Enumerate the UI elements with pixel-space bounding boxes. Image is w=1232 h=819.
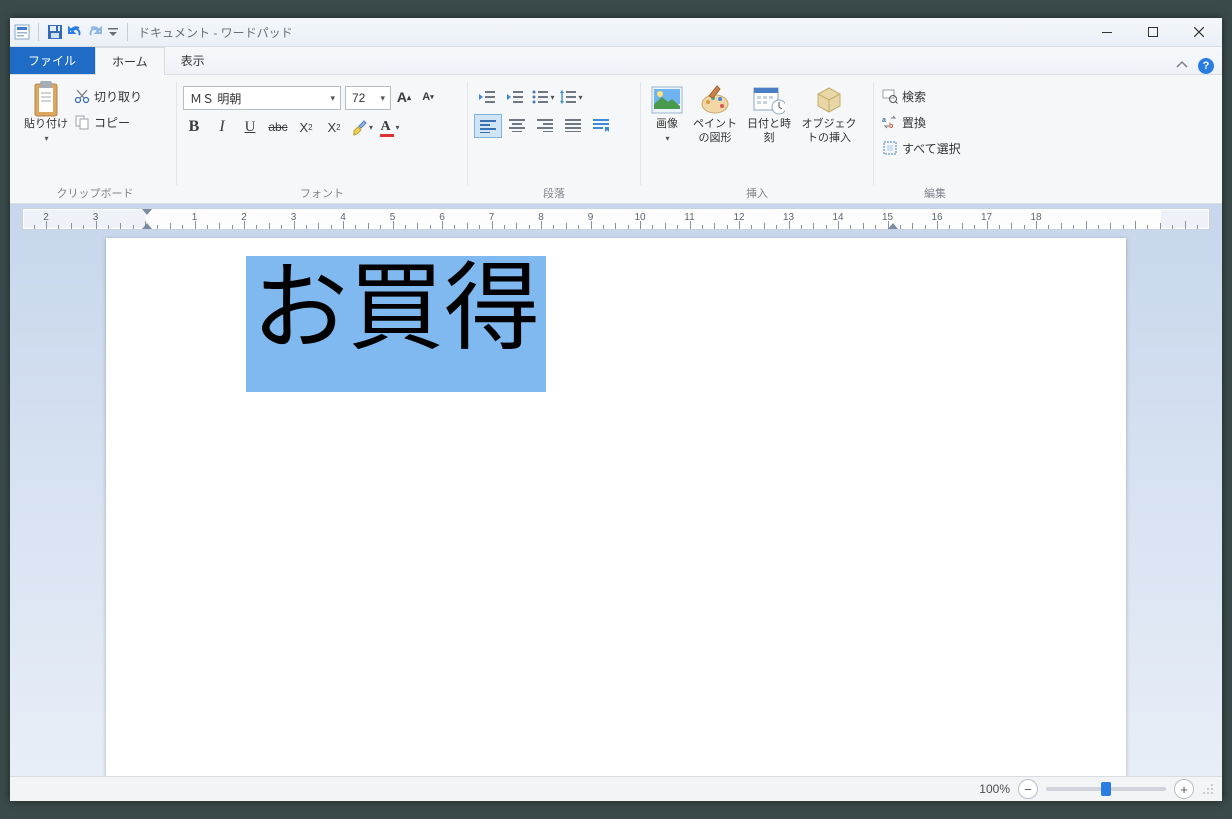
insert-datetime-button[interactable]: 日付と時刻 xyxy=(743,82,795,148)
zoom-level: 100% xyxy=(979,782,1010,796)
bold-button[interactable]: B xyxy=(183,116,205,138)
app-icon xyxy=(14,24,30,40)
redo-icon[interactable] xyxy=(87,24,103,40)
group-label-insert: 挿入 xyxy=(647,183,867,201)
ruler[interactable]: 32123456789101112131415161718 xyxy=(22,208,1210,230)
replace-button[interactable]: ab 置換 xyxy=(880,110,963,134)
shrink-font-button[interactable]: A▾ xyxy=(417,86,439,108)
paste-label: 貼り付け xyxy=(24,118,68,132)
zoom-slider[interactable] xyxy=(1046,787,1166,791)
chevron-down-icon: ▾ xyxy=(327,93,338,104)
align-left-button[interactable] xyxy=(474,114,502,138)
paragraph-dialog-button[interactable] xyxy=(588,114,614,136)
document-area[interactable]: お買得 xyxy=(10,230,1222,776)
chevron-down-icon: ▾ xyxy=(44,134,48,143)
group-label-paragraph: 段落 xyxy=(474,183,634,201)
zoom-out-button[interactable]: − xyxy=(1018,779,1038,799)
workspace: 32123456789101112131415161718 お買得 xyxy=(10,204,1222,776)
strikethrough-button[interactable]: abc xyxy=(267,116,289,138)
select-all-button[interactable]: すべて選択 xyxy=(880,136,963,160)
font-color-button[interactable]: A▾ xyxy=(379,116,401,138)
copy-button[interactable]: コピー xyxy=(72,110,144,134)
replace-label: 置換 xyxy=(902,114,926,131)
bullet-list-button[interactable]: ▾ xyxy=(530,86,556,108)
minimize-button[interactable] xyxy=(1084,18,1130,46)
highlight-button[interactable]: ▾ xyxy=(351,116,373,138)
close-button[interactable] xyxy=(1176,18,1222,46)
font-family-value: ＭＳ 明朝 xyxy=(190,90,241,107)
align-justify-button[interactable] xyxy=(560,114,586,136)
select-all-label: すべて選択 xyxy=(902,140,961,157)
title-bar: ドキュメント - ワードパッド xyxy=(10,18,1222,47)
ribbon-tabs: ファイル ホーム 表示 ? xyxy=(10,47,1222,75)
font-family-combo[interactable]: ＭＳ 明朝 ▾ xyxy=(183,86,341,110)
paint-icon xyxy=(699,84,731,116)
chevron-down-icon: ▾ xyxy=(665,134,669,143)
page: お買得 xyxy=(106,238,1126,776)
group-label-font: フォント xyxy=(183,183,461,201)
font-size-combo[interactable]: 72 ▾ xyxy=(345,86,391,110)
object-icon xyxy=(813,84,845,116)
resize-grip[interactable] xyxy=(1202,783,1214,795)
ribbon: 貼り付け ▾ 切り取り コピー クリップボード xyxy=(10,75,1222,204)
grow-font-button[interactable]: A▴ xyxy=(393,86,415,108)
copy-icon xyxy=(74,114,90,130)
paste-button[interactable]: 貼り付け ▾ xyxy=(20,80,72,145)
increase-indent-button[interactable] xyxy=(502,86,528,108)
save-icon[interactable] xyxy=(47,24,63,40)
tab-home[interactable]: ホーム xyxy=(95,47,165,75)
insert-object-label: オブジェクトの挿入 xyxy=(801,118,857,146)
qat-customize-icon[interactable] xyxy=(107,24,119,40)
zoom-in-button[interactable]: + xyxy=(1174,779,1194,799)
find-button[interactable]: 検索 xyxy=(880,84,963,108)
scissors-icon xyxy=(74,88,90,104)
copy-label: コピー xyxy=(94,114,130,131)
tab-file[interactable]: ファイル xyxy=(10,47,95,74)
cut-button[interactable]: 切り取り xyxy=(72,84,144,108)
insert-image-button[interactable]: 画像 ▾ xyxy=(647,82,687,145)
undo-icon[interactable] xyxy=(67,24,83,40)
align-right-button[interactable] xyxy=(532,114,558,136)
subscript-button[interactable]: X2 xyxy=(295,116,317,138)
quick-access-toolbar xyxy=(14,23,132,41)
italic-button[interactable]: I xyxy=(211,116,233,138)
line-spacing-button[interactable]: ▾ xyxy=(558,86,584,108)
datetime-icon xyxy=(753,84,785,116)
select-all-icon xyxy=(882,140,898,156)
decrease-indent-button[interactable] xyxy=(474,86,500,108)
cut-label: 切り取り xyxy=(94,88,142,105)
group-label-clipboard: クリップボード xyxy=(20,183,170,201)
window-controls xyxy=(1084,18,1222,46)
search-icon xyxy=(882,88,898,104)
help-icon[interactable]: ? xyxy=(1198,58,1214,74)
align-center-button[interactable] xyxy=(504,114,530,136)
svg-text:a: a xyxy=(882,117,886,124)
group-label-editing: 編集 xyxy=(880,183,990,201)
status-bar: 100% − + xyxy=(10,776,1222,801)
text-selection[interactable]: お買得 xyxy=(246,256,546,392)
app-window: ドキュメント - ワードパッド ファイル ホーム 表示 ? 貼り付け xyxy=(10,18,1222,801)
maximize-button[interactable] xyxy=(1130,18,1176,46)
insert-paint-button[interactable]: ペイントの図形 xyxy=(689,82,741,148)
collapse-ribbon-icon[interactable] xyxy=(1176,59,1188,74)
superscript-button[interactable]: X2 xyxy=(323,116,345,138)
chevron-down-icon: ▾ xyxy=(377,93,388,104)
font-size-value: 72 xyxy=(352,91,365,105)
document-text: お買得 xyxy=(252,255,540,362)
insert-object-button[interactable]: オブジェクトの挿入 xyxy=(797,82,861,148)
insert-paint-label: ペイントの図形 xyxy=(693,118,737,146)
underline-button[interactable]: U xyxy=(239,116,261,138)
clipboard-icon xyxy=(30,84,62,116)
tab-view[interactable]: 表示 xyxy=(165,47,222,74)
insert-image-label: 画像 xyxy=(656,118,678,132)
image-icon xyxy=(651,84,683,116)
replace-icon: ab xyxy=(882,114,898,130)
find-label: 検索 xyxy=(902,88,926,105)
window-title: ドキュメント - ワードパッド xyxy=(138,24,293,41)
insert-datetime-label: 日付と時刻 xyxy=(747,118,791,146)
svg-text:b: b xyxy=(889,123,893,130)
